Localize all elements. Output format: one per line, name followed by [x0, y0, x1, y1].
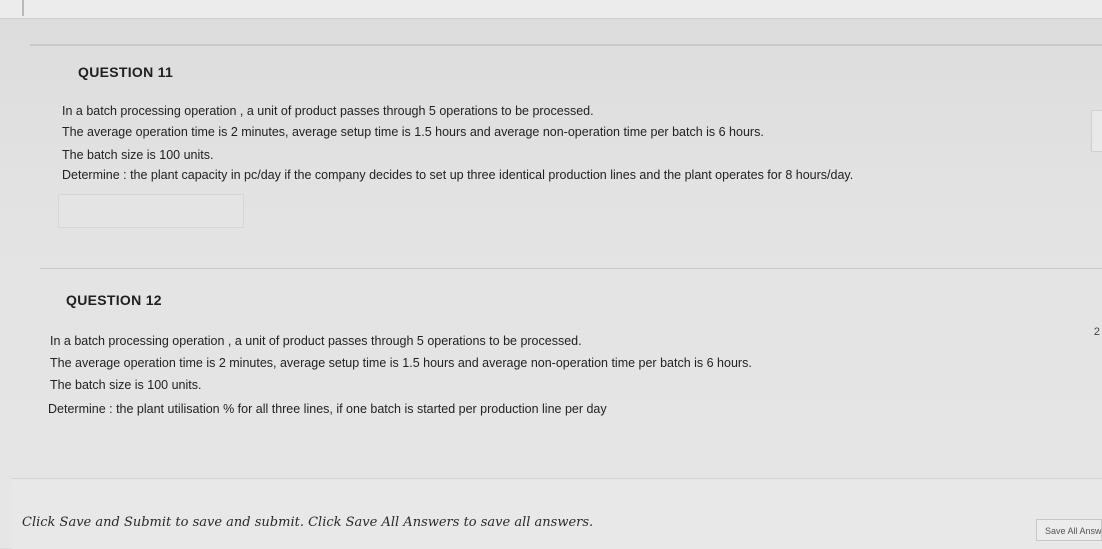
submission-footer: Click Save and Submit to save and submit… [12, 478, 1102, 549]
question-divider [30, 44, 1102, 46]
question-divider [40, 268, 1102, 269]
question-text-line: The average operation time is 2 minutes,… [50, 356, 752, 370]
question-text-line: In a batch processing operation , a unit… [62, 104, 594, 118]
browser-top-bar [0, 0, 1102, 19]
question-title: QUESTION 11 [78, 64, 174, 80]
scroll-edge [1091, 110, 1102, 152]
question-text-line: Determine : the plant utilisation % for … [48, 402, 607, 416]
answer-input[interactable] [58, 194, 244, 228]
side-page-marker: 2 [1093, 326, 1100, 338]
question-text-line: Determine : the plant capacity in pc/day… [62, 168, 854, 182]
question-text-line: The average operation time is 2 minutes,… [62, 125, 764, 139]
top-bar-edge [22, 0, 24, 16]
question-text-line: The batch size is 100 units. [62, 148, 214, 162]
question-text-line: In a batch processing operation , a unit… [50, 334, 582, 348]
question-text-line: The batch size is 100 units. [50, 378, 202, 392]
save-all-answers-button[interactable]: Save All Answers [1036, 519, 1102, 541]
question-title: QUESTION 12 [66, 292, 162, 308]
save-instruction-text: Click Save and Submit to save and submit… [22, 515, 594, 530]
